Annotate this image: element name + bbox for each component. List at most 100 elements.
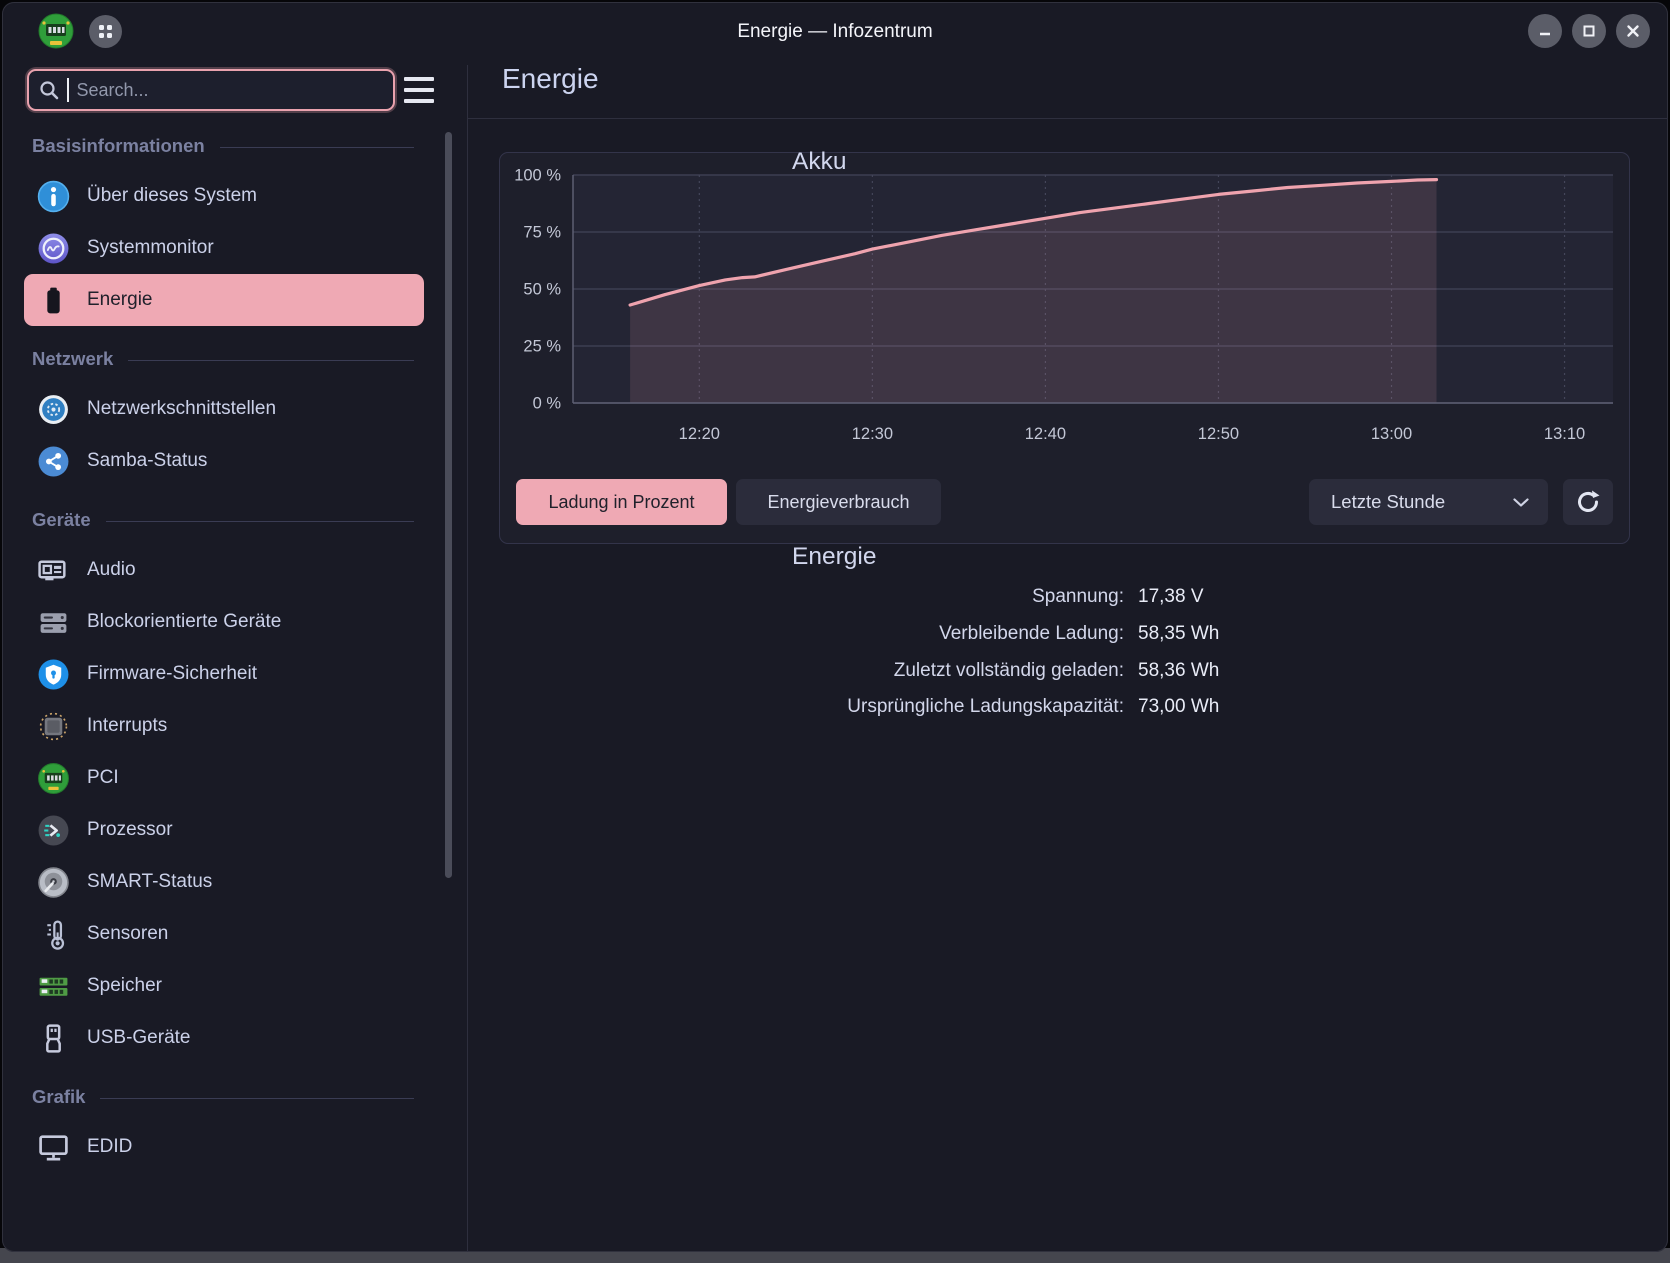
detail-label: Spannung: [468,579,1124,616]
titlebar: Energie — Infozentrum [2,2,1668,61]
sidebar-item-prozessor[interactable]: Prozessor [24,804,424,856]
infocenter-window: Energie — Infozentrum Energie [2,2,1668,1252]
audio-card-icon [37,554,70,587]
battery-charge-chart: 100 %75 %50 %25 %0 %12:2012:3012:4012:50… [500,153,1629,473]
search-icon [39,80,59,100]
sidebar-item-label: Firmware-Sicherheit [87,663,257,685]
sidebar-item-audio[interactable]: Audio [24,544,424,596]
sidebar-section-header: Grafik [24,1083,416,1111]
toolbar: Energie [2,61,1668,118]
svg-text:0 %: 0 % [533,395,562,413]
sidebar-item-interrupts[interactable]: Interrupts [24,700,424,752]
sidebar-item-blockorientierte-geräte[interactable]: Blockorientierte Geräte [24,596,424,648]
detail-row: Ursprüngliche Ladungskapazität:73,00 Wh [468,689,1668,726]
sidebar-nav: Basisinformationen Über dieses System Syst… [2,118,467,1252]
sidebar-item-edid[interactable]: EDID [24,1121,424,1173]
firmware-shield-icon [37,658,70,691]
sidebar-item-label: Interrupts [87,715,167,737]
close-button[interactable] [1616,14,1650,48]
battery-icon [37,284,70,317]
chart-controls: Ladung in Prozent Energieverbrauch Letzt… [500,479,1629,525]
sidebar-section-header: Geräte [24,506,416,534]
network-interfaces-icon [37,393,70,426]
svg-text:13:10: 13:10 [1544,425,1585,443]
minimize-button[interactable] [1528,14,1562,48]
sidebar-item-label: Audio [87,559,136,581]
sidebar-item-label: PCI [87,767,119,789]
charge-percent-button[interactable]: Ladung in Prozent [516,479,727,525]
section-label: Geräte [24,509,91,531]
svg-text:75 %: 75 % [523,224,561,242]
search-box[interactable] [27,69,395,111]
page-title: Energie [502,63,599,95]
detail-row: Spannung: 17,38 V [468,579,1668,616]
section-label: Netzwerk [24,348,113,370]
sidebar-item-label: Systemmonitor [87,237,214,259]
sidebar-item-pci[interactable]: PCI [24,752,424,804]
timespan-dropdown[interactable]: Letzte Stunde [1309,479,1548,525]
detail-value: 17,38 V [1138,579,1204,616]
memory-ram-icon [37,970,70,1003]
hamburger-menu-icon[interactable] [404,77,434,103]
processor-icon [37,814,70,847]
section-divider-line [100,1098,414,1099]
samba-share-icon [37,445,70,478]
system-monitor-icon [37,232,70,265]
energie-rows: Spannung: 17,38 V Verbleibende Ladung: 58,3… [468,579,1668,725]
sidebar-item-netzwerkschnittstellen[interactable]: Netzwerkschnittstellen [24,383,424,435]
chevron-down-icon [1512,497,1530,508]
sidebar-section-header: Basisinformationen [24,132,416,160]
detail-label: Verbleibende Ladung: [468,616,1124,653]
chart-card: 100 %75 %50 %25 %0 %12:2012:3012:4012:50… [499,152,1630,544]
main-panel: 100 %75 %50 %25 %0 %12:2012:3012:4012:50… [468,118,1668,1252]
sidebar-item-speicher[interactable]: Speicher [24,960,424,1012]
sidebar-item-sensoren[interactable]: Sensoren [24,908,424,960]
detail-label: Zuletzt vollständig geladen: [468,653,1124,690]
sidebar-item-smart-status[interactable]: SMART-Status [24,856,424,908]
window-title: Energie — Infozentrum [2,2,1668,61]
sidebar-item-energie[interactable]: Energie [24,274,424,326]
section-label: Basisinformationen [24,135,205,157]
detail-row: Zuletzt vollständig geladen: 58,36 Wh [468,653,1668,690]
detail-row: Verbleibende Ladung: 58,35 Wh [468,616,1668,653]
sidebar-section-header: Netzwerk [24,345,416,373]
usb-icon [37,1022,70,1055]
sidebar-item-label: Speicher [87,975,162,997]
monitor-icon [37,1131,70,1164]
search-input[interactable] [69,80,384,101]
svg-text:100 %: 100 % [514,167,561,185]
sidebar-item-über-dieses-system[interactable]: Über dieses System [24,170,424,222]
sidebar-item-label: Energie [87,289,153,311]
energy-consumption-button[interactable]: Energieverbrauch [736,479,941,525]
timespan-value: Letzte Stunde [1331,491,1512,513]
info-icon [37,180,70,213]
sidebar-item-label: Über dieses System [87,185,257,207]
pci-board-icon [37,762,70,795]
sidebar-item-label: Prozessor [87,819,173,841]
svg-text:25 %: 25 % [523,338,561,356]
akku-heading: Akku [792,148,1668,176]
sidebar-item-samba-status[interactable]: Samba-Status [24,435,424,487]
detail-value: 58,36 Wh [1138,653,1219,690]
sidebar-item-label: USB-Geräte [87,1027,190,1049]
block-devices-icon [37,606,70,639]
sidebar-item-label: EDID [87,1136,132,1158]
section-label: Grafik [24,1086,85,1108]
sidebar-item-usb-geräte[interactable]: USB-Geräte [24,1012,424,1064]
detail-value: 58,35 Wh [1138,616,1219,653]
refresh-button[interactable] [1563,479,1613,525]
sidebar-item-label: Sensoren [87,923,168,945]
sidebar-item-firmware-sicherheit[interactable]: Firmware-Sicherheit [24,648,424,700]
maximize-button[interactable] [1572,14,1606,48]
sidebar-item-label: Blockorientierte Geräte [87,611,281,633]
detail-value: 73,00 Wh [1138,689,1219,726]
sidebar-scrollbar[interactable] [445,132,452,878]
thermometer-icon [37,918,70,951]
svg-text:12:30: 12:30 [852,425,893,443]
svg-text:12:40: 12:40 [1025,425,1066,443]
sidebar-item-systemmonitor[interactable]: Systemmonitor [24,222,424,274]
section-divider-line [220,147,414,148]
refresh-icon [1574,488,1602,516]
svg-text:13:00: 13:00 [1371,425,1412,443]
svg-text:12:50: 12:50 [1198,425,1239,443]
